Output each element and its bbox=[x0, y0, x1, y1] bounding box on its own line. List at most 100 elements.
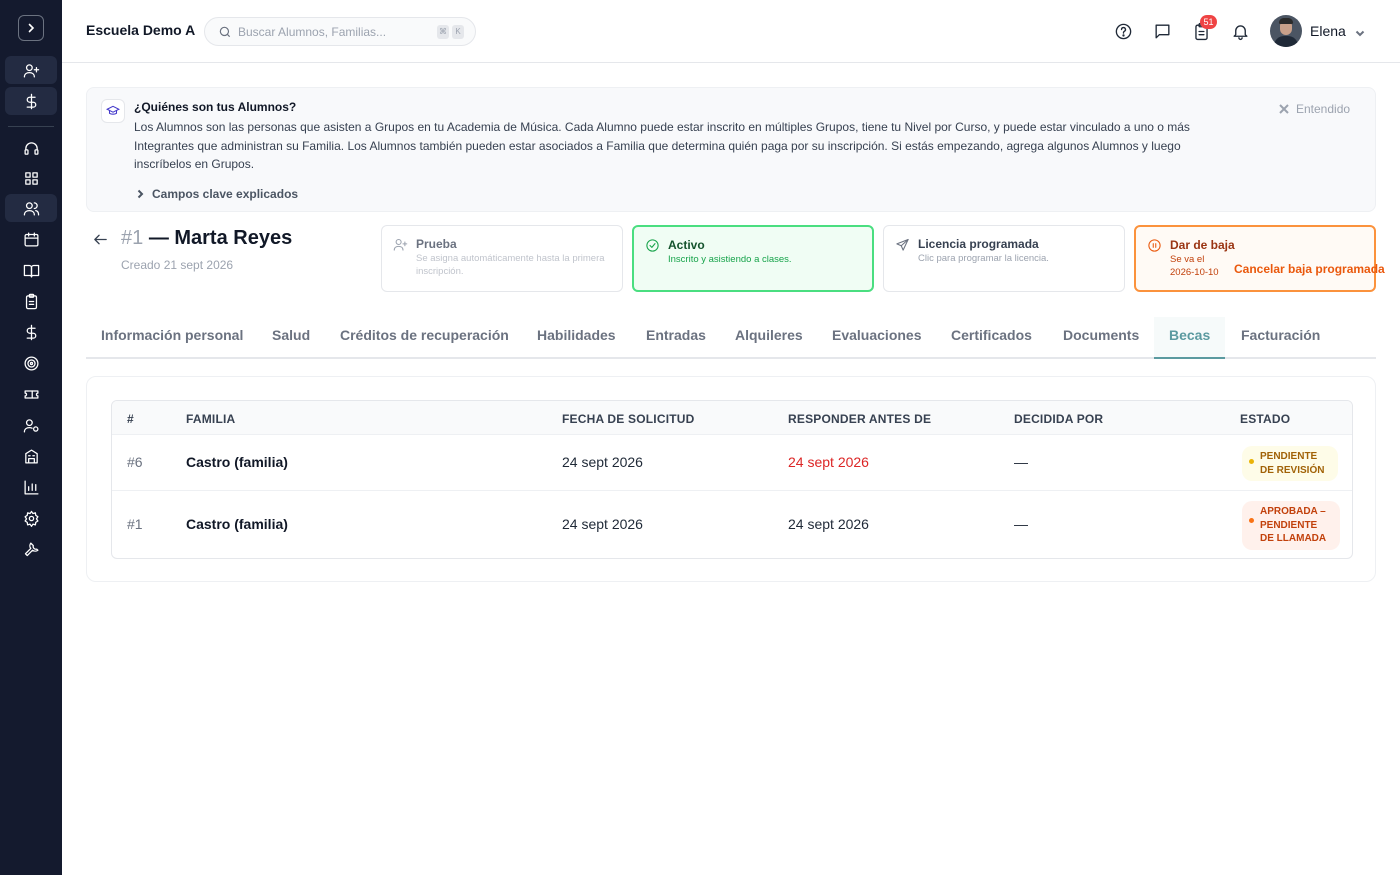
user-menu-toggle[interactable] bbox=[1354, 26, 1366, 38]
row-respond-by: 24 sept 2026 bbox=[788, 454, 869, 470]
table-row[interactable]: #1 Castro (familia) 24 sept 2026 24 sept… bbox=[112, 491, 1352, 558]
back-button[interactable] bbox=[92, 231, 110, 249]
messages-button[interactable] bbox=[1151, 20, 1173, 42]
banner-title: ¿Quiénes son tus Alumnos? bbox=[134, 100, 297, 114]
tab-entries[interactable]: Entradas bbox=[631, 317, 721, 359]
book-open-icon bbox=[23, 264, 39, 278]
help-button[interactable] bbox=[1112, 20, 1134, 42]
user-name[interactable]: Elena bbox=[1310, 23, 1346, 39]
check-circle-icon bbox=[646, 239, 659, 252]
shortcut-key-k: K bbox=[452, 25, 464, 39]
scholarships-panel: # FAMILIA FECHA DE SOLICITUD RESPONDER A… bbox=[86, 376, 1376, 582]
sidebar-item-billing[interactable] bbox=[5, 318, 57, 346]
cancel-withdrawal-link[interactable]: Cancelar baja programada bbox=[1234, 262, 1385, 276]
student-number: #1 bbox=[121, 227, 144, 249]
search-input[interactable] bbox=[238, 24, 428, 40]
close-icon bbox=[1279, 104, 1289, 114]
row-decided-by: — bbox=[1014, 516, 1028, 532]
ticket-icon bbox=[23, 389, 39, 399]
arrow-left-icon bbox=[94, 234, 107, 245]
row-request-date: 24 sept 2026 bbox=[562, 516, 643, 532]
row-decided-by: — bbox=[1014, 454, 1028, 470]
building-icon bbox=[24, 448, 38, 464]
column-header-family: FAMILIA bbox=[186, 412, 236, 426]
graduation-cap-icon bbox=[101, 99, 125, 123]
banner-dismiss-button[interactable]: Entendido bbox=[1279, 102, 1350, 116]
tab-scholarships[interactable]: Becas bbox=[1154, 317, 1226, 359]
clipboard-icon bbox=[25, 293, 37, 309]
headset-icon bbox=[23, 141, 39, 155]
plane-icon bbox=[896, 238, 909, 251]
help-circle-icon bbox=[1115, 23, 1131, 39]
user-plus-icon bbox=[23, 63, 39, 78]
sidebar-item-goals[interactable] bbox=[5, 349, 57, 377]
sidebar-expand-button[interactable] bbox=[18, 15, 44, 41]
status-card-title: Prueba bbox=[416, 237, 457, 251]
row-request-date: 24 sept 2026 bbox=[562, 454, 643, 470]
sidebar-item-students[interactable] bbox=[5, 194, 57, 222]
sidebar-divider bbox=[8, 126, 54, 127]
scholarships-table: # FAMILIA FECHA DE SOLICITUD RESPONDER A… bbox=[111, 400, 1353, 559]
sidebar-item-tools[interactable] bbox=[5, 535, 57, 563]
status-badge: APROBADA – PENDIENTE DE LLAMADA bbox=[1242, 501, 1340, 550]
dollar-icon bbox=[26, 93, 36, 109]
row-respond-by: 24 sept 2026 bbox=[788, 516, 869, 532]
status-card-title: Dar de baja bbox=[1170, 238, 1235, 252]
sidebar bbox=[0, 0, 62, 875]
target-icon bbox=[23, 355, 39, 371]
user-plus-icon bbox=[393, 238, 408, 251]
tab-documents[interactable]: Documents bbox=[1048, 317, 1154, 359]
tab-personal-info[interactable]: Información personal bbox=[86, 317, 258, 359]
sidebar-item-dashboard[interactable] bbox=[5, 164, 57, 192]
status-card-description: Se asigna automáticamente hasta la prime… bbox=[416, 253, 605, 277]
grid-icon bbox=[24, 171, 38, 185]
tab-billing[interactable]: Facturación bbox=[1226, 317, 1335, 359]
tab-makeup-credits[interactable]: Créditos de recuperación bbox=[325, 317, 524, 359]
table-row[interactable]: #6 Castro (familia) 24 sept 2026 24 sept… bbox=[112, 435, 1352, 491]
sidebar-item-add-student[interactable] bbox=[5, 56, 57, 84]
shortcut-key-cmd: ⌘ bbox=[437, 25, 449, 39]
key-fields-label: Campos clave explicados bbox=[152, 187, 299, 201]
top-header: Escuela Demo A ⌘ K 51 Elena bbox=[62, 0, 1400, 63]
users-icon bbox=[23, 201, 39, 216]
status-card-active[interactable]: Activo Inscrito y asistiendo a clases. bbox=[632, 225, 874, 292]
banner-body: Los Alumnos son las personas que asisten… bbox=[134, 120, 1190, 171]
sidebar-item-courses[interactable] bbox=[5, 256, 57, 284]
column-header-request-date: FECHA DE SOLICITUD bbox=[562, 412, 695, 426]
sidebar-item-tickets[interactable] bbox=[5, 380, 57, 408]
user-cog-icon bbox=[23, 418, 39, 433]
status-badge: PENDIENTE DE REVISIÓN bbox=[1242, 446, 1338, 481]
sidebar-item-calendar[interactable] bbox=[5, 225, 57, 253]
status-card-withdraw[interactable]: Dar de baja Se va el 2026-10-10 Cancelar… bbox=[1134, 225, 1385, 292]
notifications-button[interactable] bbox=[1229, 20, 1251, 42]
chevron-right-icon bbox=[137, 189, 144, 199]
tab-certificates[interactable]: Certificados bbox=[936, 317, 1047, 359]
column-header-id: # bbox=[127, 412, 134, 426]
sidebar-item-staff[interactable] bbox=[5, 411, 57, 439]
sidebar-item-reports[interactable] bbox=[5, 473, 57, 501]
tab-evaluations[interactable]: Evaluaciones bbox=[817, 317, 937, 359]
status-card-description: Inscrito y asistiendo a clases. bbox=[668, 254, 792, 265]
key-fields-toggle[interactable]: Campos clave explicados bbox=[135, 187, 298, 201]
calendar-icon bbox=[23, 231, 39, 247]
row-family[interactable]: Castro (familia) bbox=[186, 516, 288, 532]
sidebar-item-payments[interactable] bbox=[5, 87, 57, 115]
row-family[interactable]: Castro (familia) bbox=[186, 454, 288, 470]
search-icon bbox=[219, 26, 231, 38]
school-name: Escuela Demo A bbox=[86, 22, 196, 38]
sidebar-item-locations[interactable] bbox=[5, 442, 57, 470]
status-card-leave[interactable]: Licencia programada Clic para programar … bbox=[883, 225, 1125, 292]
search-box[interactable]: ⌘ K bbox=[204, 17, 476, 46]
sidebar-item-settings[interactable] bbox=[5, 504, 57, 532]
tab-rentals[interactable]: Alquileres bbox=[720, 317, 818, 359]
avatar[interactable] bbox=[1270, 15, 1302, 47]
sidebar-item-support[interactable] bbox=[5, 134, 57, 162]
sidebar-item-tasks[interactable] bbox=[5, 287, 57, 315]
status-card-trial[interactable]: Prueba Se asigna automáticamente hasta l… bbox=[381, 225, 623, 292]
bar-chart-icon bbox=[23, 479, 39, 495]
wrench-icon bbox=[24, 541, 39, 556]
tab-health[interactable]: Salud bbox=[257, 317, 325, 359]
status-card-title: Licencia programada bbox=[918, 237, 1039, 251]
dollar-icon bbox=[26, 324, 36, 340]
tab-skills[interactable]: Habilidades bbox=[522, 317, 631, 359]
